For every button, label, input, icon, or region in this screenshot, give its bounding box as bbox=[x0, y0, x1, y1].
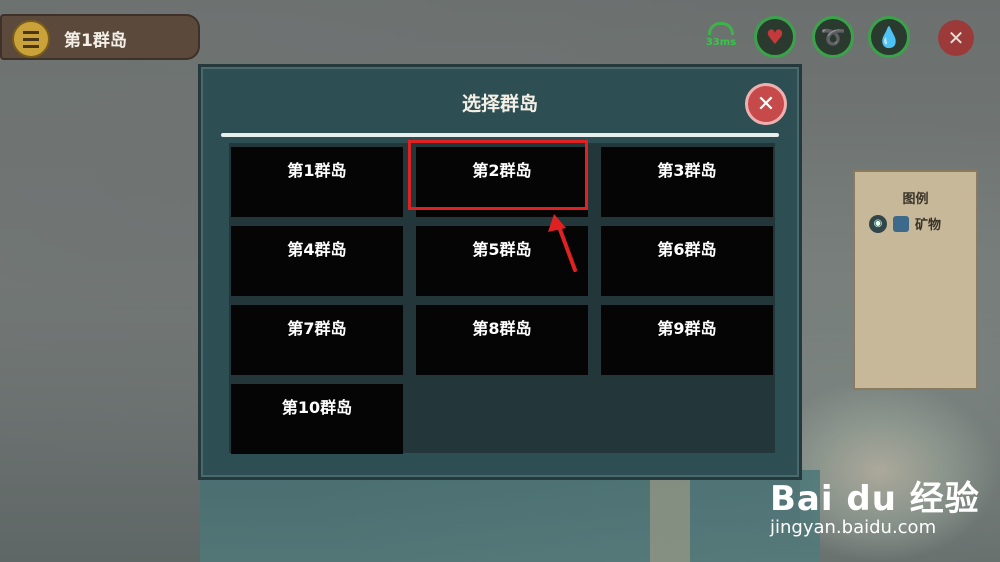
island-option-7[interactable]: 第7群岛 bbox=[231, 305, 403, 375]
wifi-icon bbox=[708, 22, 734, 35]
island-option-9[interactable]: 第9群岛 bbox=[601, 305, 773, 375]
select-island-dialog: 选择群岛 ✕ 第1群岛 第2群岛 第3群岛 第4群岛 第5群岛 第6群岛 第7群… bbox=[198, 64, 802, 480]
watermark-brand: Bai du 经验 bbox=[770, 479, 980, 519]
baidu-watermark: Bai du 经验 jingyan.baidu.com bbox=[770, 455, 1000, 562]
map-terrain-path bbox=[650, 478, 690, 562]
mineral-icon bbox=[893, 215, 909, 232]
hunger-button[interactable]: ➰ bbox=[812, 16, 854, 58]
island-option-1[interactable]: 第1群岛 bbox=[231, 147, 403, 217]
menu-button[interactable] bbox=[12, 20, 50, 58]
water-drop-icon: 💧 bbox=[876, 25, 902, 49]
food-icon: ➰ bbox=[820, 25, 846, 49]
island-option-10[interactable]: 第10群岛 bbox=[231, 384, 403, 454]
map-terrain-water bbox=[200, 470, 820, 562]
current-island-banner: 第1群岛 bbox=[0, 14, 200, 60]
dialog-close-button[interactable]: ✕ bbox=[745, 83, 787, 125]
eye-icon[interactable]: ◉ bbox=[869, 214, 887, 233]
menu-icon bbox=[23, 29, 39, 50]
island-option-4[interactable]: 第4群岛 bbox=[231, 226, 403, 296]
island-option-3[interactable]: 第3群岛 bbox=[601, 147, 773, 217]
legend-title: 图例 bbox=[902, 192, 929, 207]
legend-item-mineral[interactable]: ◉ 矿物 bbox=[869, 214, 941, 233]
pointer-arrow-icon bbox=[548, 214, 577, 272]
map-legend: 图例 ◉ 矿物 bbox=[853, 170, 978, 390]
network-indicator: 33ms bbox=[702, 22, 740, 54]
close-icon: ✕ bbox=[947, 26, 965, 50]
thirst-button[interactable]: 💧 bbox=[868, 16, 910, 58]
watermark-url: jingyan.baidu.com bbox=[770, 517, 937, 538]
close-map-button[interactable]: ✕ bbox=[938, 20, 974, 56]
legend-item-label: 矿物 bbox=[915, 218, 942, 233]
heart-icon: ♥ bbox=[766, 25, 784, 49]
close-icon: ✕ bbox=[756, 91, 776, 117]
ping-label: 33ms bbox=[705, 37, 737, 48]
current-island-label: 第1群岛 bbox=[64, 31, 127, 51]
selection-highlight-box bbox=[408, 140, 588, 210]
title-divider bbox=[221, 133, 779, 137]
dialog-title: 选择群岛 bbox=[461, 93, 538, 115]
island-option-6[interactable]: 第6群岛 bbox=[601, 226, 773, 296]
island-option-8[interactable]: 第8群岛 bbox=[416, 305, 588, 375]
health-button[interactable]: ♥ bbox=[754, 16, 796, 58]
